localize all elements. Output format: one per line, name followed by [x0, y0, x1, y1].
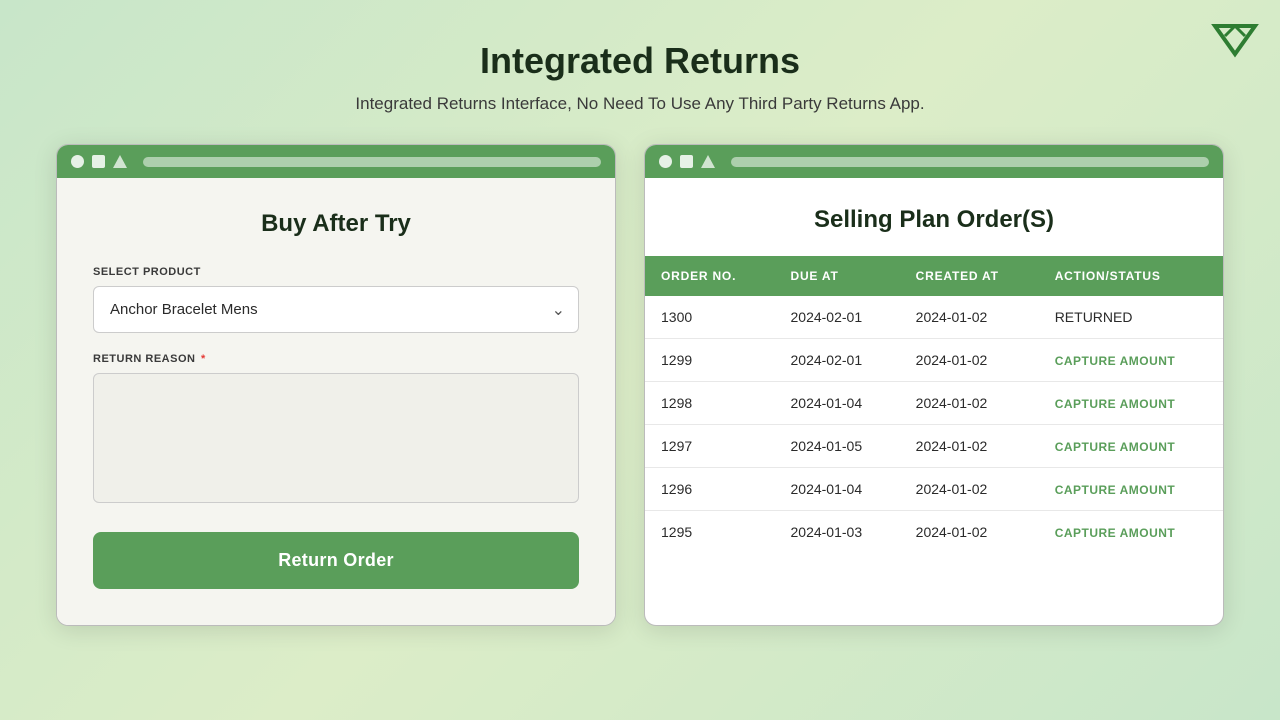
- right-panel-content: Selling Plan Order(S) ORDER NO. DUE AT C…: [645, 178, 1223, 581]
- cell-action-status[interactable]: CAPTURE AMOUNT: [1039, 425, 1223, 468]
- table-body: 13002024-02-012024-01-02RETURNED12992024…: [645, 296, 1223, 553]
- cell-due-at: 2024-01-04: [775, 468, 900, 511]
- cell-order-no: 1299: [645, 339, 775, 382]
- return-reason-textarea[interactable]: [93, 373, 579, 503]
- cell-order-no: 1295: [645, 511, 775, 554]
- cell-due-at: 2024-02-01: [775, 339, 900, 382]
- table-row: 12982024-01-042024-01-02 CAPTURE AMOUNT: [645, 382, 1223, 425]
- browser-dot-2: [92, 155, 105, 168]
- cell-due-at: 2024-02-01: [775, 296, 900, 339]
- left-panel-content: Buy After Try SELECT PRODUCT Anchor Brac…: [57, 178, 615, 625]
- col-action-status: ACTION/STATUS: [1039, 256, 1223, 296]
- cell-created-at: 2024-01-02: [900, 468, 1039, 511]
- capture-amount-link[interactable]: CAPTURE AMOUNT: [1055, 440, 1176, 454]
- cell-order-no: 1298: [645, 382, 775, 425]
- capture-amount-link[interactable]: CAPTURE AMOUNT: [1055, 483, 1176, 497]
- col-due-at: DUE AT: [775, 256, 900, 296]
- capture-amount-link[interactable]: CAPTURE AMOUNT: [1055, 526, 1176, 540]
- selling-plan-panel: Selling Plan Order(S) ORDER NO. DUE AT C…: [644, 144, 1224, 626]
- col-order-no: ORDER NO.: [645, 256, 775, 296]
- cell-action-status: RETURNED: [1039, 296, 1223, 339]
- browser-bar-left: [57, 145, 615, 178]
- table-row: 12972024-01-052024-01-02 CAPTURE AMOUNT: [645, 425, 1223, 468]
- browser-dot-r1: [659, 155, 672, 168]
- app-logo: [1210, 16, 1260, 66]
- browser-url-bar-left: [143, 157, 601, 167]
- cell-action-status[interactable]: CAPTURE AMOUNT: [1039, 468, 1223, 511]
- cell-due-at: 2024-01-04: [775, 382, 900, 425]
- cell-action-status[interactable]: CAPTURE AMOUNT: [1039, 511, 1223, 554]
- buy-after-try-panel: Buy After Try SELECT PRODUCT Anchor Brac…: [56, 144, 616, 626]
- col-created-at: CREATED AT: [900, 256, 1039, 296]
- table-header: ORDER NO. DUE AT CREATED AT ACTION/STATU…: [645, 256, 1223, 296]
- buy-after-try-title: Buy After Try: [93, 210, 579, 238]
- select-product-label: SELECT PRODUCT: [93, 266, 579, 278]
- cell-created-at: 2024-01-02: [900, 339, 1039, 382]
- table-header-row: ORDER NO. DUE AT CREATED AT ACTION/STATU…: [645, 256, 1223, 296]
- cell-action-status[interactable]: CAPTURE AMOUNT: [1039, 339, 1223, 382]
- cell-due-at: 2024-01-03: [775, 511, 900, 554]
- product-select[interactable]: Anchor Bracelet Mens: [93, 286, 579, 333]
- table-row: 13002024-02-012024-01-02RETURNED: [645, 296, 1223, 339]
- browser-dot-r2: [680, 155, 693, 168]
- selling-plan-title: Selling Plan Order(S): [645, 206, 1223, 234]
- table-row: 12962024-01-042024-01-02 CAPTURE AMOUNT: [645, 468, 1223, 511]
- page-title: Integrated Returns: [0, 40, 1280, 82]
- cell-order-no: 1296: [645, 468, 775, 511]
- page-subtitle: Integrated Returns Interface, No Need To…: [0, 94, 1280, 114]
- browser-dot-r3: [701, 155, 715, 168]
- orders-table: ORDER NO. DUE AT CREATED AT ACTION/STATU…: [645, 256, 1223, 553]
- cell-due-at: 2024-01-05: [775, 425, 900, 468]
- return-order-button[interactable]: Return Order: [93, 532, 579, 589]
- product-select-wrapper: Anchor Bracelet Mens ⌄: [93, 286, 579, 333]
- capture-amount-link[interactable]: CAPTURE AMOUNT: [1055, 354, 1176, 368]
- return-reason-label: RETURN REASON *: [93, 353, 579, 365]
- browser-url-bar-right: [731, 157, 1209, 167]
- browser-dot-3: [113, 155, 127, 168]
- table-row: 12992024-02-012024-01-02 CAPTURE AMOUNT: [645, 339, 1223, 382]
- browser-bar-right: [645, 145, 1223, 178]
- cell-order-no: 1297: [645, 425, 775, 468]
- cell-created-at: 2024-01-02: [900, 511, 1039, 554]
- cell-created-at: 2024-01-02: [900, 296, 1039, 339]
- page-header: Integrated Returns Integrated Returns In…: [0, 0, 1280, 134]
- panels-container: Buy After Try SELECT PRODUCT Anchor Brac…: [0, 134, 1280, 626]
- cell-action-status[interactable]: CAPTURE AMOUNT: [1039, 382, 1223, 425]
- cell-order-no: 1300: [645, 296, 775, 339]
- cell-created-at: 2024-01-02: [900, 425, 1039, 468]
- required-star: *: [197, 353, 205, 365]
- table-row: 12952024-01-032024-01-02 CAPTURE AMOUNT: [645, 511, 1223, 554]
- browser-dot-1: [71, 155, 84, 168]
- capture-amount-link[interactable]: CAPTURE AMOUNT: [1055, 397, 1176, 411]
- cell-created-at: 2024-01-02: [900, 382, 1039, 425]
